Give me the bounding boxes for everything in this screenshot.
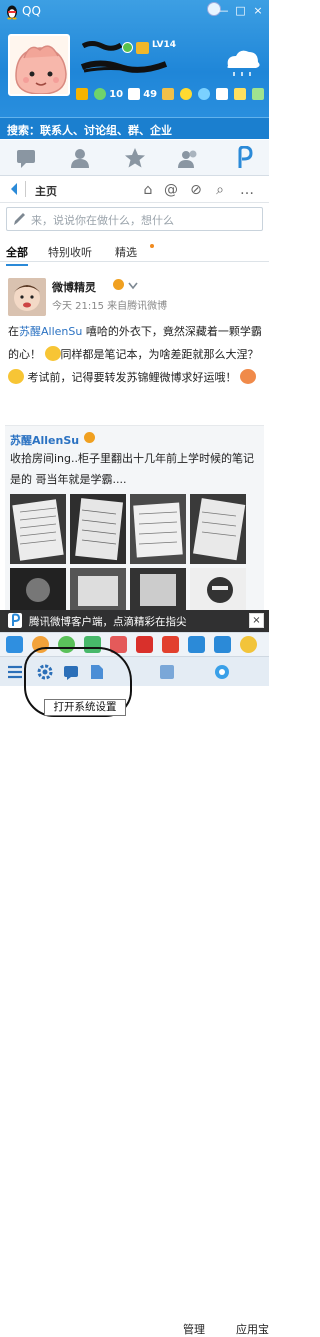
search-bar[interactable]: 搜索：联系人、讨论组、群、企业 xyxy=(0,117,269,139)
wallet-icon[interactable] xyxy=(162,88,174,102)
tencent-weibo-icon xyxy=(8,613,22,628)
emoji-icon xyxy=(240,369,256,384)
weibo-nav-row: 主页 ⌂ @ ⊘ ⌕ … xyxy=(0,177,269,203)
mail-app-icon[interactable] xyxy=(214,636,231,653)
verified-badge-icon xyxy=(84,432,95,443)
crown-app-icon[interactable] xyxy=(240,636,257,653)
mail-count: 49 xyxy=(143,89,158,100)
tab-all[interactable]: 全部 xyxy=(6,244,28,266)
zone-icon[interactable] xyxy=(76,88,88,102)
photo-thumbnail[interactable] xyxy=(70,494,126,564)
game-app-icon[interactable] xyxy=(162,636,179,653)
back-arrow-icon[interactable] xyxy=(9,182,19,196)
verified-badge-icon xyxy=(113,279,124,290)
avatar-image xyxy=(10,36,68,94)
photo-thumbnail[interactable] xyxy=(10,568,66,610)
discover-icon[interactable]: ⊘ xyxy=(187,181,205,199)
maximize-button[interactable]: □ xyxy=(234,4,248,17)
tab-special-follow[interactable]: 特别收听 xyxy=(48,244,92,260)
emoji-icon xyxy=(44,346,61,361)
main-tab-bar xyxy=(0,140,269,176)
post-author-name[interactable]: 微博精灵 xyxy=(52,279,96,295)
post-meta: 今天 21:15 来自腾讯微博 xyxy=(52,301,168,312)
compose-input[interactable]: 来，说说你在做什么，想什么 xyxy=(31,212,174,228)
messages-tab-icon[interactable] xyxy=(14,146,38,170)
promo-toast[interactable]: 腾讯微博客户端，点滴精彩在指尖 × xyxy=(0,610,269,632)
mail-indicator[interactable]: 49 xyxy=(128,88,157,102)
profile-header: QQ — □ × LV14 10 49 搜索：联系人、讨论组、群、企业 xyxy=(0,0,269,139)
photo-thumbnail[interactable] xyxy=(130,568,186,610)
post-author-avatar[interactable] xyxy=(8,278,46,316)
nav-divider xyxy=(25,181,26,197)
search-input[interactable]: 搜索：联系人、讨论组、群、企业 xyxy=(7,122,172,138)
weibo-tab-icon[interactable] xyxy=(232,146,256,170)
more-icon[interactable]: … xyxy=(238,181,256,199)
online-status-icon[interactable] xyxy=(122,42,133,53)
qzone-app-icon[interactable] xyxy=(6,636,23,653)
photo-thumbnail[interactable] xyxy=(70,568,126,610)
weibo-indicator[interactable]: 10 xyxy=(94,88,123,102)
home-icon[interactable]: ⌂ xyxy=(139,181,157,199)
music-icon[interactable] xyxy=(198,88,210,102)
vip-badge-icon[interactable] xyxy=(136,42,149,54)
close-button[interactable]: × xyxy=(251,4,265,17)
signature-redacted xyxy=(80,60,168,73)
window-title: QQ xyxy=(22,4,41,18)
nav-title[interactable]: 主页 xyxy=(35,183,57,199)
settings-tooltip: 打开系统设置 xyxy=(44,699,126,716)
minimize-button[interactable]: — xyxy=(216,4,230,17)
search-icon[interactable]: ⌕ xyxy=(211,181,229,199)
toast-text[interactable]: 腾讯微博客户端，点滴精彩在指尖 xyxy=(29,614,187,629)
photo-thumbnail[interactable] xyxy=(10,494,66,564)
photo-thumbnail[interactable] xyxy=(190,568,246,610)
app-store-label[interactable]: 应用宝 xyxy=(236,1321,269,1337)
photo-thumbnail[interactable] xyxy=(190,494,246,564)
post-body: 在苏醒AllenSu 嘻哈的外衣下，竟然深藏着一颗学霸的心！ 同样都是笔记本，为… xyxy=(8,320,263,389)
jd-app-icon[interactable] xyxy=(136,636,153,653)
status-icon-row: 10 49 xyxy=(76,88,269,104)
title-bar: QQ — □ × xyxy=(0,0,269,24)
nickname-redacted xyxy=(82,41,122,51)
manager-label[interactable]: 管理 xyxy=(183,1321,205,1337)
mention-link[interactable]: 苏醒AllenSu xyxy=(19,325,82,338)
shield-app-icon[interactable] xyxy=(188,636,205,653)
app-box-icon[interactable] xyxy=(252,88,264,102)
weather-icon[interactable] xyxy=(222,44,264,78)
repost-text: 收拾房间ing..柜子里翻出十几年前上学时候的笔记 是的 哥当年就是学霸.... xyxy=(10,452,255,486)
repost-author-name[interactable]: 苏醒AllenSu xyxy=(10,432,79,448)
game-icon[interactable] xyxy=(180,88,192,102)
favorites-tab-icon[interactable] xyxy=(123,146,147,170)
weibo-count: 10 xyxy=(109,89,124,100)
photo-thumbnail[interactable] xyxy=(130,494,186,564)
post-text-seg: 同样都是笔记本，为啥差距就那么大涅？ xyxy=(60,348,259,361)
baby-photo xyxy=(8,278,46,316)
feed-tabs: 全部 特别收听 精选 xyxy=(0,240,269,266)
wardrobe-icon[interactable] xyxy=(216,88,228,102)
post-text-seg: 在 xyxy=(8,325,19,338)
new-indicator-dot xyxy=(150,244,154,248)
contacts-tab-icon[interactable] xyxy=(68,146,92,170)
main-menu-icon[interactable] xyxy=(6,663,24,681)
compose-box[interactable]: 来，说说你在做什么，想什么 xyxy=(6,207,263,231)
mention-icon[interactable]: @ xyxy=(162,181,180,199)
app-store-icon[interactable] xyxy=(213,663,231,681)
chevron-down-icon[interactable] xyxy=(128,281,138,290)
repost-card[interactable]: 苏醒AllenSu 收拾房间ing..柜子里翻出十几年前上学时候的笔记 是的 哥… xyxy=(5,425,264,635)
qq-penguin-icon xyxy=(7,5,17,20)
groups-tab-icon[interactable] xyxy=(177,146,201,170)
tab-featured[interactable]: 精选 xyxy=(115,244,137,260)
avatar[interactable] xyxy=(8,34,70,96)
post-text-seg: 考试前，记得要转发苏锦鲤微博求好运哦！ xyxy=(27,371,237,384)
pen-icon xyxy=(14,213,25,225)
manager-icon[interactable] xyxy=(158,663,176,681)
toast-close-button[interactable]: × xyxy=(249,613,264,628)
emoji-icon xyxy=(8,369,24,384)
level-badge[interactable]: LV14 xyxy=(152,40,176,50)
qzone-star-icon[interactable] xyxy=(234,88,246,102)
